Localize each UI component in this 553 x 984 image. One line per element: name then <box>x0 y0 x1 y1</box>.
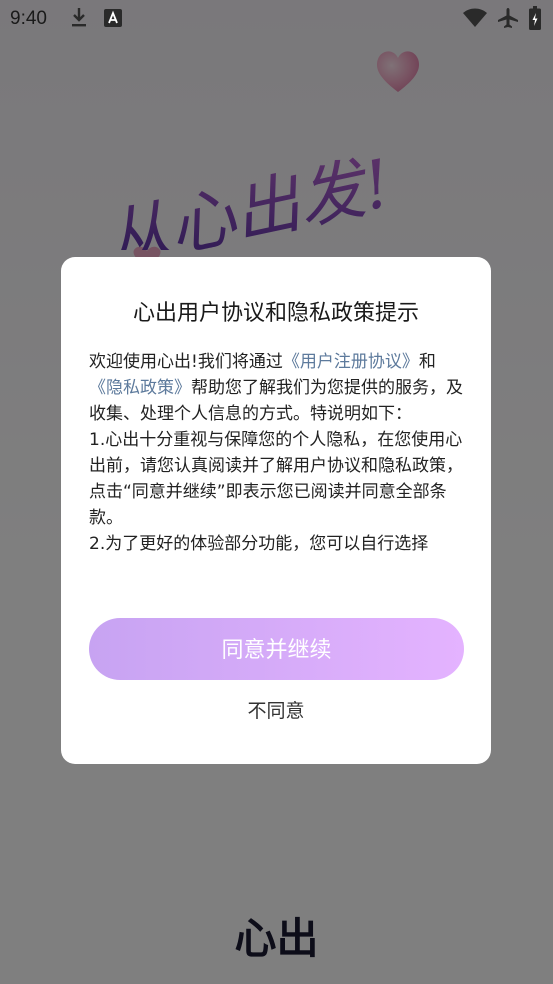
a-icon <box>104 9 122 27</box>
and-text: 和 <box>418 352 436 372</box>
intro-before: 欢迎使用心出!我们将通过 <box>89 352 283 372</box>
terms-link[interactable]: 《用户注册协议》 <box>283 352 419 372</box>
point-2: 2.为了更好的体验部分功能，您可以自行选择 <box>89 534 429 554</box>
agree-continue-button[interactable]: 同意并继续 <box>89 618 464 680</box>
status-bar: 9:40 <box>0 0 553 38</box>
wifi-icon <box>463 8 487 27</box>
privacy-link[interactable]: 《隐私政策》 <box>89 378 191 398</box>
airplane-icon <box>498 8 518 28</box>
dialog-body[interactable]: 欢迎使用心出!我们将通过《用户注册协议》和《隐私政策》帮助您了解我们为您提供的服… <box>89 349 467 597</box>
privacy-dialog: 心出用户协议和隐私政策提示 欢迎使用心出!我们将通过《用户注册协议》和《隐私政策… <box>61 257 491 764</box>
dialog-title: 心出用户协议和隐私政策提示 <box>132 301 419 326</box>
point-1: 1.心出十分重视与保障您的个人隐私，在您使用心出前，请您认真阅读并了解用户协议和… <box>89 430 463 528</box>
battery-icon <box>529 6 541 30</box>
status-time: 9:40 <box>10 8 47 29</box>
download-icon <box>72 8 86 27</box>
disagree-button[interactable]: 不同意 <box>61 694 491 728</box>
intro-paragraph: 欢迎使用心出!我们将通过《用户注册协议》和《隐私政策》帮助您了解我们为您提供的服… <box>89 349 467 427</box>
